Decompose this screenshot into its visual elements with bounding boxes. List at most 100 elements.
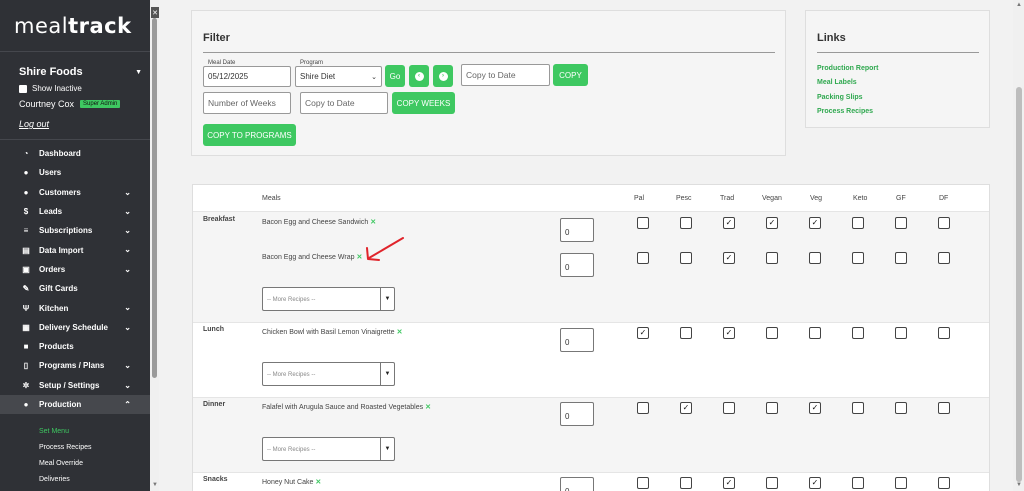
org-name[interactable]: Shire Foods [19, 66, 140, 78]
scroll-down-arrow-icon[interactable]: ▼ [1016, 482, 1022, 488]
quantity-input[interactable]: 0 [560, 253, 594, 277]
remove-meal-icon[interactable]: ✕ [315, 479, 321, 486]
remove-meal-icon[interactable]: ✕ [425, 404, 431, 411]
meal-date-input[interactable]: 05/12/2025 [203, 66, 291, 87]
diet-checkbox-keto[interactable] [852, 327, 864, 339]
link-process-recipes[interactable]: Process Recipes [817, 108, 873, 115]
sidebar-item-users[interactable]: ● Users [0, 163, 150, 182]
quantity-input[interactable]: 0 [560, 477, 594, 491]
link-packing-slips[interactable]: Packing Slips [817, 94, 863, 101]
diet-checkbox-trad[interactable]: ✓ [723, 327, 735, 339]
sidebar-item-production[interactable]: ● Production ⌃ [0, 394, 150, 415]
page-scrollbar[interactable]: ▲ ▼ [1013, 0, 1024, 491]
logout-link[interactable]: Log out [19, 119, 140, 129]
subnav-process-recipes[interactable]: Process Recipes [0, 439, 150, 455]
copy-weeks-button[interactable]: COPY WEEKS [392, 92, 455, 114]
scroll-down-arrow-icon[interactable]: ▼ [152, 482, 158, 488]
sidebar-item-leads[interactable]: $ Leads ⌄ [0, 202, 150, 221]
number-of-weeks-input[interactable]: Number of Weeks [203, 92, 291, 114]
sidebar-scrollbar[interactable]: ▼ [150, 0, 159, 491]
diet-checkbox-trad[interactable]: ✓ [723, 477, 735, 489]
subnav-deliveries[interactable]: Deliveries [0, 471, 150, 487]
diet-checkbox-gf[interactable] [895, 402, 907, 414]
diet-checkbox-vegan[interactable] [766, 252, 778, 264]
diet-checkbox-pal[interactable] [637, 217, 649, 229]
diet-checkbox-df[interactable] [938, 252, 950, 264]
sidebar-item-dashboard[interactable]: ◔ Dashboard [0, 144, 150, 163]
copy-to-programs-button[interactable]: COPY TO PROGRAMS [203, 124, 296, 146]
show-inactive-checkbox[interactable] [19, 84, 27, 93]
diet-checkbox-gf[interactable] [895, 477, 907, 489]
sidebar-item-products[interactable]: ■ Products [0, 337, 150, 356]
go-button[interactable]: Go [385, 65, 405, 87]
diet-checkbox-vegan[interactable]: ✓ [766, 217, 778, 229]
more-recipes-select[interactable]: -- More Recipes -- ▼ [262, 437, 395, 461]
program-select[interactable]: Shire Diet ⌄ [295, 66, 382, 87]
diet-checkbox-pal[interactable] [637, 252, 649, 264]
sidebar-item-delivery-schedule[interactable]: ▦ Delivery Schedule ⌄ [0, 318, 150, 337]
diet-checkbox-trad[interactable]: ✓ [723, 217, 735, 229]
diet-checkbox-pal[interactable] [637, 402, 649, 414]
diet-checkbox-df[interactable] [938, 402, 950, 414]
more-recipes-select[interactable]: -- More Recipes -- ▼ [262, 362, 395, 386]
diet-checkbox-veg[interactable] [809, 252, 821, 264]
remove-meal-icon[interactable]: ✕ [397, 329, 403, 336]
subnav-meal-override[interactable]: Meal Override [0, 455, 150, 471]
sidebar-item-gift-cards[interactable]: ✎ Gift Cards [0, 279, 150, 298]
page-scroll-thumb[interactable] [1016, 87, 1022, 482]
diet-checkbox-keto[interactable] [852, 402, 864, 414]
diet-checkbox-pesc[interactable] [680, 217, 692, 229]
copy-to-date-input[interactable]: Copy to Date [461, 64, 550, 86]
sidebar-item-kitchen[interactable]: Ψ Kitchen ⌄ [0, 298, 150, 317]
sidebar-item-customers[interactable]: ● Customers ⌄ [0, 183, 150, 202]
diet-checkbox-gf[interactable] [895, 217, 907, 229]
sidebar-item-setup-settings[interactable]: ✲ Setup / Settings ⌄ [0, 376, 150, 395]
diet-checkbox-keto[interactable] [852, 477, 864, 489]
diet-checkbox-vegan[interactable] [766, 327, 778, 339]
copy-button[interactable]: COPY [553, 64, 588, 86]
diet-checkbox-pesc[interactable] [680, 327, 692, 339]
diet-checkbox-gf[interactable] [895, 252, 907, 264]
remove-meal-icon[interactable]: ✕ [370, 219, 376, 226]
diet-checkbox-pal[interactable] [637, 477, 649, 489]
diet-checkbox-trad[interactable] [723, 402, 735, 414]
diet-checkbox-pesc[interactable] [680, 477, 692, 489]
diet-checkbox-trad[interactable]: ✓ [723, 252, 735, 264]
more-recipes-select[interactable]: -- More Recipes -- ▼ [262, 287, 395, 311]
diet-checkbox-veg[interactable] [809, 327, 821, 339]
sidebar-item-programs-plans[interactable]: ▯ Programs / Plans ⌄ [0, 356, 150, 375]
sidebar-scroll-thumb[interactable] [152, 18, 157, 378]
diet-checkbox-pal[interactable]: ✓ [637, 327, 649, 339]
subnav-set-menu[interactable]: Set Menu [0, 423, 150, 439]
diet-checkbox-veg[interactable]: ✓ [809, 477, 821, 489]
sidebar-item-subscriptions[interactable]: ≡ Subscriptions ⌄ [0, 221, 150, 240]
diet-checkbox-gf[interactable] [895, 327, 907, 339]
diet-checkbox-keto[interactable] [852, 252, 864, 264]
link-production-report[interactable]: Production Report [817, 65, 878, 72]
mealtrack-logo[interactable]: meal track [0, 0, 150, 52]
diet-checkbox-df[interactable] [938, 217, 950, 229]
show-inactive-toggle[interactable]: Show Inactive [19, 84, 140, 93]
copy-to-date-weeks-input[interactable]: Copy to Date [300, 92, 388, 114]
quantity-input[interactable]: 0 [560, 402, 594, 426]
next-date-button[interactable]: › [433, 65, 453, 87]
link-meal-labels[interactable]: Meal Labels [817, 79, 857, 86]
diet-checkbox-df[interactable] [938, 327, 950, 339]
quantity-input[interactable]: 0 [560, 218, 594, 242]
collapse-sidebar-icon[interactable]: ✕ [151, 7, 159, 18]
diet-checkbox-pesc[interactable]: ✓ [680, 402, 692, 414]
caret-down-icon[interactable]: ▼ [135, 69, 142, 76]
diet-checkbox-keto[interactable] [852, 217, 864, 229]
diet-checkbox-vegan[interactable] [766, 477, 778, 489]
sidebar-item-orders[interactable]: ▣ Orders ⌄ [0, 260, 150, 279]
quantity-input[interactable]: 0 [560, 328, 594, 352]
diet-checkbox-vegan[interactable] [766, 402, 778, 414]
prev-date-button[interactable]: ‹ [409, 65, 429, 87]
remove-meal-icon[interactable]: ✕ [357, 254, 363, 261]
scroll-up-arrow-icon[interactable]: ▲ [1016, 2, 1022, 8]
diet-checkbox-pesc[interactable] [680, 252, 692, 264]
sidebar-item-data-import[interactable]: ▤ Data Import ⌄ [0, 240, 150, 259]
diet-checkbox-veg[interactable]: ✓ [809, 217, 821, 229]
diet-checkbox-veg[interactable]: ✓ [809, 402, 821, 414]
diet-checkbox-df[interactable] [938, 477, 950, 489]
